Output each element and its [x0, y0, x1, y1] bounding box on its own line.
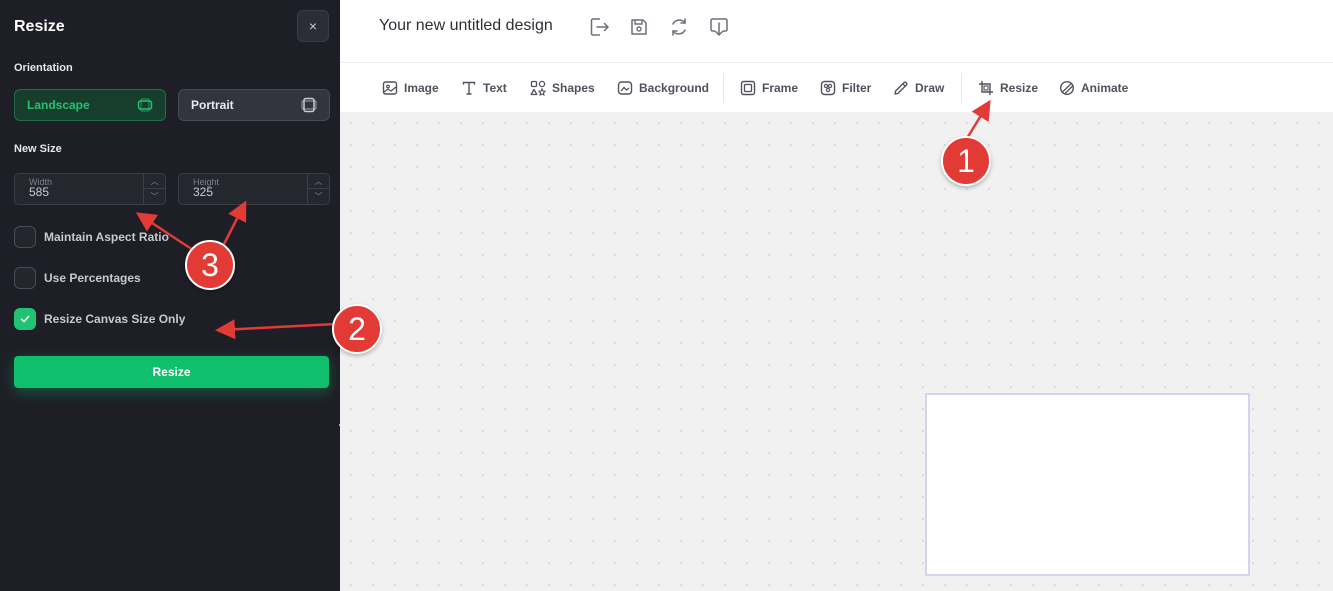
- tool-background[interactable]: Background: [616, 78, 709, 98]
- tool-frame[interactable]: Frame: [739, 78, 798, 98]
- new-size-label: New Size: [14, 143, 62, 155]
- frame-icon: [739, 79, 757, 97]
- tool-shapes[interactable]: Shapes: [529, 78, 595, 98]
- tool-resize[interactable]: Resize: [977, 78, 1038, 98]
- toolbar-divider: [961, 73, 962, 103]
- width-field[interactable]: Width 585 ︿ ﹀: [14, 173, 166, 205]
- checkmark-icon: [20, 315, 30, 323]
- resize-canvas-only-label: Resize Canvas Size Only: [44, 312, 186, 326]
- chevron-down-icon: ﹀: [150, 192, 159, 201]
- portrait-button[interactable]: Portrait: [178, 89, 330, 121]
- width-input[interactable]: 585: [29, 185, 49, 199]
- width-decrement-button[interactable]: ﹀: [144, 189, 165, 204]
- tool-shapes-label: Shapes: [552, 81, 595, 95]
- chevron-up-icon: ︿: [314, 176, 323, 186]
- use-percentages-option[interactable]: Use Percentages: [14, 267, 141, 289]
- landscape-label: Landscape: [27, 98, 90, 112]
- shapes-icon: [529, 79, 547, 97]
- text-icon: [460, 79, 478, 97]
- annotation-badge-2: 2: [332, 304, 382, 354]
- width-stepper: ︿ ﹀: [143, 174, 165, 204]
- app-window: Resize × Orientation Landscape Portrait …: [0, 0, 1333, 591]
- width-increment-button[interactable]: ︿: [144, 174, 165, 189]
- resize-panel: Resize × Orientation Landscape Portrait …: [0, 0, 340, 591]
- background-icon: [616, 79, 634, 97]
- tool-toolbar: Image Text Shapes Background Frame Filte…: [340, 62, 1333, 112]
- panel-title: Resize: [14, 18, 65, 35]
- maintain-aspect-ratio-option[interactable]: Maintain Aspect Ratio: [14, 226, 169, 248]
- maintain-aspect-ratio-checkbox[interactable]: [14, 226, 36, 248]
- resize-icon: [977, 79, 995, 97]
- resize-button[interactable]: Resize: [14, 356, 329, 388]
- height-increment-button[interactable]: ︿: [308, 174, 329, 189]
- header-bar: Your new untitled design: [340, 0, 1333, 62]
- tool-draw-label: Draw: [915, 81, 945, 95]
- tool-text-label: Text: [483, 81, 507, 95]
- annotation-badge-3: 3: [185, 240, 235, 290]
- height-input[interactable]: 325: [193, 185, 213, 199]
- save-icon[interactable]: [627, 15, 651, 39]
- image-icon: [381, 79, 399, 97]
- tool-background-label: Background: [639, 81, 710, 95]
- canvas-area[interactable]: [340, 112, 1333, 591]
- draw-icon: [892, 79, 910, 97]
- download-icon[interactable]: [707, 15, 731, 39]
- tool-text[interactable]: Text: [460, 78, 507, 98]
- height-stepper: ︿ ﹀: [307, 174, 329, 204]
- portrait-label: Portrait: [191, 98, 234, 112]
- tool-animate-label: Animate: [1081, 81, 1129, 95]
- chevron-up-icon: ︿: [150, 176, 159, 186]
- maintain-aspect-ratio-label: Maintain Aspect Ratio: [44, 230, 169, 244]
- sync-icon[interactable]: [667, 15, 691, 39]
- chevron-down-icon: ﹀: [314, 192, 323, 201]
- resize-canvas-only-checkbox[interactable]: [14, 308, 36, 330]
- filter-icon: [819, 79, 837, 97]
- export-icon[interactable]: [587, 15, 611, 39]
- landscape-button[interactable]: Landscape: [14, 89, 166, 121]
- use-percentages-label: Use Percentages: [44, 271, 141, 285]
- tool-image[interactable]: Image: [381, 78, 439, 98]
- tool-frame-label: Frame: [762, 81, 799, 95]
- tool-filter[interactable]: Filter: [819, 78, 871, 98]
- design-canvas[interactable]: [925, 393, 1250, 576]
- tool-filter-label: Filter: [842, 81, 872, 95]
- landscape-icon: [137, 97, 153, 113]
- close-button[interactable]: ×: [297, 10, 329, 42]
- portrait-icon: [301, 97, 317, 113]
- close-icon: ×: [308, 18, 318, 34]
- design-title[interactable]: Your new untitled design: [379, 17, 553, 35]
- animate-icon: [1058, 79, 1076, 97]
- height-decrement-button[interactable]: ﹀: [308, 189, 329, 204]
- toolbar-divider: [723, 73, 724, 103]
- tool-resize-label: Resize: [1000, 81, 1039, 95]
- tool-animate[interactable]: Animate: [1058, 78, 1128, 98]
- height-field[interactable]: Height 325 ︿ ﹀: [178, 173, 330, 205]
- use-percentages-checkbox[interactable]: [14, 267, 36, 289]
- tool-image-label: Image: [404, 81, 439, 95]
- resize-canvas-only-option[interactable]: Resize Canvas Size Only: [14, 308, 185, 330]
- annotation-badge-1: 1: [941, 136, 991, 186]
- orientation-label: Orientation: [14, 62, 73, 74]
- tool-draw[interactable]: Draw: [892, 78, 944, 98]
